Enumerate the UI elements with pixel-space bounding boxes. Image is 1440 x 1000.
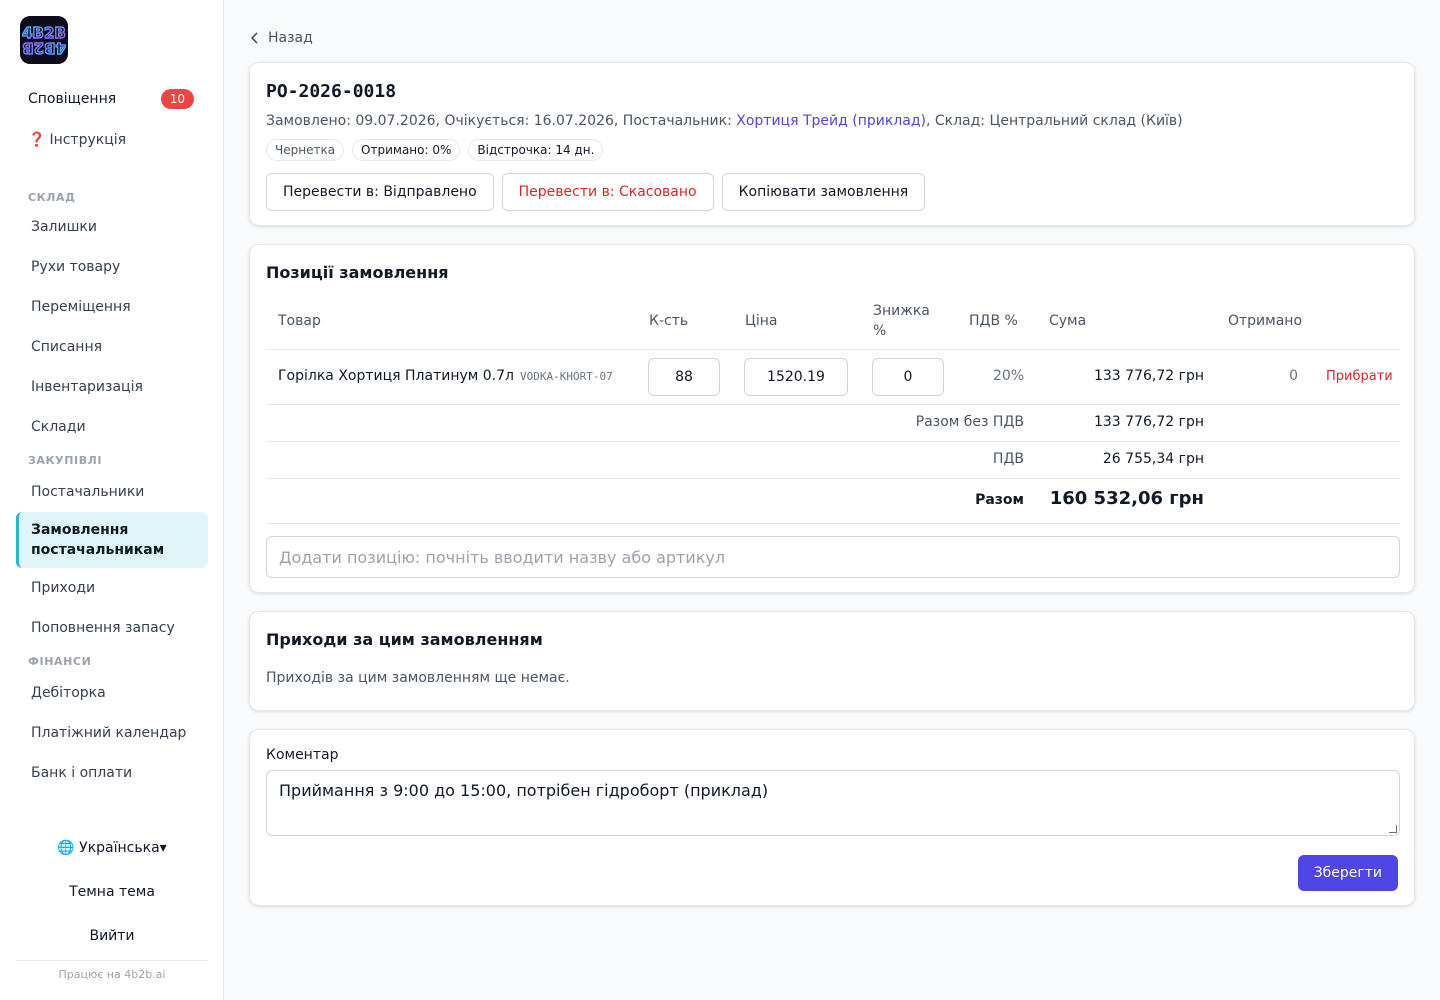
chevron-left-icon [250, 32, 258, 44]
receipts-card: Приходи за цим замовленням Приходів за ц… [249, 611, 1415, 711]
col-header-vat: ПДВ % [969, 313, 1018, 329]
row-divider [266, 404, 1400, 405]
language-select[interactable]: 🌐 Українська▾ [16, 826, 208, 870]
logo-text-bottom: 4B2B [22, 39, 66, 57]
deferral-badge: Відстрочка: 14 дн. [468, 139, 604, 161]
order-positions-card: Позиції замовлення Товар К-сть Ціна Зниж… [249, 244, 1415, 593]
discount-input[interactable]: 0 [872, 358, 944, 396]
vat-label: ПДВ [992, 451, 1024, 467]
remove-position-button[interactable]: Прибрати [1326, 369, 1393, 384]
row-vat: 20% [993, 368, 1025, 384]
total-divider [266, 523, 1400, 524]
copy-order-button[interactable]: Копіювати замовлення [721, 173, 926, 211]
sidebar-footer: 🌐 Українська▾ Темна тема Вийти [16, 826, 208, 958]
subtotal-value: 133 776,72 грн [1093, 414, 1204, 430]
back-label: Назад [268, 30, 313, 46]
sidebar-item-transfers[interactable]: Переміщення [16, 287, 208, 327]
col-header-received: Отримано [1228, 313, 1303, 329]
order-meta-prefix: Замовлено: 09.07.2026, Очікується: 16.07… [266, 113, 737, 129]
nav-section-finance: ФІНАНСИ [28, 655, 92, 668]
dark-theme-toggle[interactable]: Темна тема [16, 870, 208, 914]
product-sku: VODKA-KHORT-07 [519, 370, 613, 383]
receipts-title: Приходи за цим замовленням [266, 630, 543, 649]
col-header-qty: К-сть [649, 313, 689, 329]
logo-mark-icon: 4B2B 4B2B [21, 23, 66, 57]
col-header-sum: Сума [1049, 313, 1087, 329]
positions-title: Позиції замовлення [266, 263, 449, 282]
row-sum: 133 776,72 грн [1093, 368, 1204, 384]
set-status-sent-button[interactable]: Перевести в: Відправлено [266, 173, 494, 211]
set-status-cancelled-button[interactable]: Перевести в: Скасовано [501, 173, 714, 211]
sidebar-item-stock[interactable]: Залишки [16, 207, 208, 247]
sidebar-item-supplier-orders[interactable]: Замовлення постачальникам [16, 512, 208, 568]
col-header-price: Ціна [745, 313, 778, 329]
price-input[interactable]: 1520.19 [744, 358, 848, 396]
row-received: 0 [1289, 368, 1298, 384]
nav-section-purchases: ЗАКУПІВЛІ [28, 454, 103, 467]
notifications-link[interactable]: Сповіщення 10 [16, 84, 208, 114]
received-badge: Отримано: 0% [352, 139, 461, 161]
sidebar-item-suppliers[interactable]: Постачальники [16, 472, 208, 512]
sidebar-item-receipts[interactable]: Приходи [16, 568, 208, 608]
status-badge: Чернетка [266, 139, 345, 161]
comment-label: Коментар [266, 747, 339, 763]
powered-by: Працює на 4b2b.ai [58, 968, 166, 981]
instructions-link[interactable]: ❓ Інструкція [16, 126, 208, 154]
notifications-label: Сповіщення [28, 91, 117, 107]
sidebar-item-warehouses[interactable]: Склади [16, 407, 208, 447]
col-header-product: Товар [278, 313, 321, 329]
row-product: Горілка Хортиця Платинум 0.7л VODKA-KHORT… [278, 368, 613, 384]
comment-text: Приймання з 9:00 до 15:00, потрібен гідр… [279, 781, 769, 800]
subtotal-divider [266, 441, 1400, 442]
sidebar-item-bank-payments[interactable]: Банк і оплати [16, 753, 208, 793]
total-value: 160 532,06 грн [1049, 488, 1204, 509]
vat-value: 26 755,34 грн [1102, 451, 1204, 467]
add-position-input[interactable]: Додати позицію: почніть вводити назву аб… [266, 536, 1400, 578]
sidebar-item-receivables[interactable]: Дебіторка [16, 673, 208, 713]
nav-section-warehouse: СКЛАД [28, 191, 76, 204]
order-status-chips: Чернетка Отримано: 0% Відстрочка: 14 дн. [266, 139, 604, 161]
save-button[interactable]: Зберегти [1297, 855, 1398, 891]
instructions-label: Інструкція [49, 132, 127, 148]
sidebar: 4B2B 4B2B Сповіщення 10 ❓ Інструкція СКЛ… [0, 0, 224, 1000]
vat-divider [266, 478, 1400, 479]
sidebar-divider [16, 960, 208, 961]
question-icon: ❓ [28, 132, 46, 148]
resize-handle-icon[interactable] [1389, 825, 1397, 833]
subtotal-label: Разом без ПДВ [915, 414, 1024, 430]
notifications-count-badge: 10 [160, 89, 194, 109]
sidebar-nav: СКЛАД Залишки Рухи товару Переміщення Сп… [16, 180, 208, 825]
col-header-discount: Знижка % [873, 303, 930, 339]
receipts-empty-state: Приходів за цим замовленням ще немає. [266, 670, 570, 686]
order-actions: Перевести в: Відправлено Перевести в: Ск… [266, 173, 926, 211]
qty-input[interactable]: 88 [648, 358, 720, 396]
supplier-link[interactable]: Хортиця Трейд (приклад) [736, 113, 926, 129]
order-header-card: PO-2026-0018 Замовлено: 09.07.2026, Очік… [249, 62, 1415, 226]
order-meta-suffix: , Склад: Центральний склад (Київ) [925, 113, 1183, 129]
order-meta: Замовлено: 09.07.2026, Очікується: 16.07… [266, 113, 1183, 129]
logout-button[interactable]: Вийти [16, 914, 208, 958]
table-header-divider [266, 349, 1400, 350]
sidebar-item-replenishment[interactable]: Поповнення запасу [16, 608, 208, 648]
sidebar-item-writeoffs[interactable]: Списання [16, 327, 208, 367]
app-logo[interactable]: 4B2B 4B2B [20, 16, 68, 64]
comment-card: Коментар Приймання з 9:00 до 15:00, потр… [249, 729, 1415, 906]
sidebar-item-movements[interactable]: Рухи товару [16, 247, 208, 287]
sidebar-item-payment-calendar[interactable]: Платіжний календар [16, 713, 208, 753]
back-link[interactable]: Назад [250, 28, 313, 48]
order-number: PO-2026-0018 [266, 81, 397, 102]
comment-textarea[interactable]: Приймання з 9:00 до 15:00, потрібен гідр… [266, 770, 1400, 836]
sidebar-item-inventory[interactable]: Інвентаризація [16, 367, 208, 407]
product-name: Горілка Хортиця Платинум 0.7л [278, 368, 514, 384]
